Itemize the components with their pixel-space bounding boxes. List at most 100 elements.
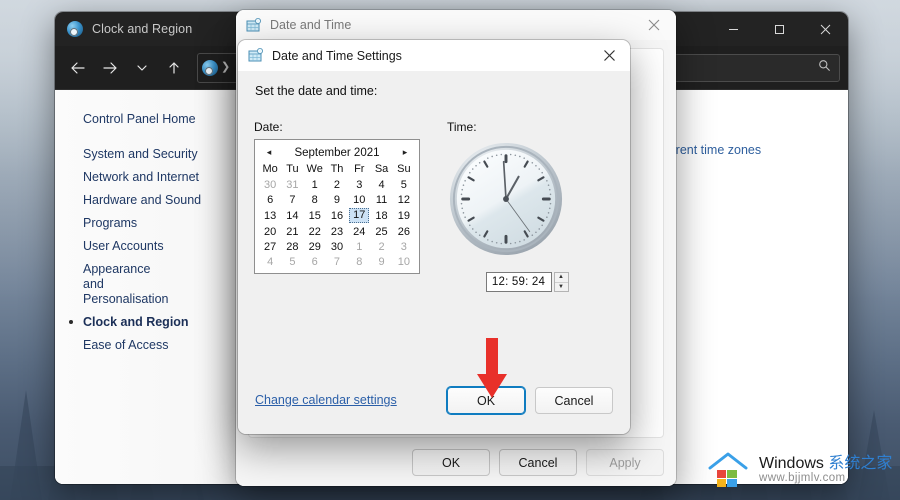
sidebar-item-ease-of-access[interactable]: Ease of Access (55, 334, 242, 357)
date-section: Date: ◂ September 2021 ▸ Mo Tu We Th Fr (254, 120, 420, 274)
calendar-day-cell[interactable]: 7 (281, 192, 303, 207)
calendar-day-cell[interactable]: 7 (326, 254, 348, 269)
calendar-day-cell[interactable]: 11 (370, 192, 392, 207)
calendar-day-cell[interactable]: 17 (348, 207, 370, 224)
calendar-day-cell[interactable]: 1 (304, 177, 326, 192)
maximize-button[interactable] (756, 12, 802, 46)
date-and-time-footer: OK Cancel Apply (412, 449, 664, 476)
cancel-button[interactable]: Cancel (499, 449, 577, 476)
sidebar-item-label: System and Security (83, 147, 198, 161)
weekday-mo: Mo (262, 163, 278, 175)
calendar-day-cell[interactable]: 2 (370, 239, 392, 254)
calendar-day-cell[interactable]: 25 (370, 224, 392, 239)
time-input[interactable]: 12: 59: 24 (485, 272, 552, 292)
calendar-day-cell[interactable]: 10 (393, 254, 415, 269)
change-calendar-settings-link[interactable]: Change calendar settings (255, 393, 397, 407)
calendar-day-cell[interactable]: 28 (281, 239, 303, 254)
calendar-week-row: 13 14 15 16 17 18 19 (259, 207, 415, 224)
settings-titlebar: Date and Time Settings (238, 40, 630, 71)
weekday-su: Su (397, 163, 411, 175)
search-input[interactable] (683, 60, 813, 75)
sidebar-item-programs[interactable]: Programs (55, 212, 242, 235)
calendar-day-cell[interactable]: 5 (393, 177, 415, 192)
calendar-day-cell[interactable]: 6 (304, 254, 326, 269)
sidebar-item-label: User Accounts (83, 239, 164, 253)
cancel-button[interactable]: Cancel (535, 387, 613, 414)
window-controls (710, 12, 848, 46)
close-icon[interactable] (588, 40, 630, 71)
ok-button[interactable]: OK (412, 449, 490, 476)
watermark-url: www.bjjmlv.com (759, 472, 846, 485)
date-and-time-title: Date and Time (270, 18, 352, 32)
calendar-day-cell[interactable]: 13 (259, 207, 281, 224)
settings-footer: OK Cancel (447, 387, 613, 414)
calendar-next-icon[interactable]: ▸ (398, 147, 412, 158)
calendar-day-cell[interactable]: 6 (259, 192, 281, 207)
sidebar-item-hardware-and-sound[interactable]: Hardware and Sound (55, 189, 242, 212)
search-box[interactable] (674, 53, 840, 82)
calendar[interactable]: ◂ September 2021 ▸ Mo Tu We Th Fr Sa Su (254, 139, 420, 274)
windows-home-logo-icon (708, 452, 748, 487)
watermark-brand-en: Windows (759, 454, 829, 472)
time-spin-buttons[interactable]: ▲ ▼ (553, 272, 569, 292)
calendar-day-cell[interactable]: 5 (281, 254, 303, 269)
date-time-icon (246, 17, 262, 33)
breadcrumb[interactable]: ❯ (197, 52, 241, 83)
sidebar-item-control-panel-home[interactable]: Control Panel Home (55, 108, 242, 131)
sidebar-item-network-and-internet[interactable]: Network and Internet (55, 166, 242, 189)
calendar-day-cell[interactable]: 3 (393, 239, 415, 254)
close-button[interactable] (802, 12, 848, 46)
calendar-day-cell[interactable]: 14 (281, 207, 303, 224)
calendar-day-cell[interactable]: 2 (326, 177, 348, 192)
calendar-day-cell[interactable]: 16 (326, 207, 348, 224)
calendar-day-cell[interactable]: 9 (326, 192, 348, 207)
calendar-day-cell[interactable]: 1 (348, 239, 370, 254)
calendar-day-cell[interactable]: 20 (259, 224, 281, 239)
calendar-day-cell[interactable]: 23 (326, 224, 348, 239)
calendar-grid: Mo Tu We Th Fr Sa Su 30 31 1 2 3 4 5 6 7 8 9 10 11 12… (259, 162, 415, 269)
spin-up-icon[interactable]: ▲ (554, 273, 568, 283)
close-icon[interactable] (632, 10, 676, 40)
calendar-day-cell[interactable]: 8 (304, 192, 326, 207)
calendar-day-cell[interactable]: 3 (348, 177, 370, 192)
control-panel-title: Clock and Region (92, 22, 193, 36)
calendar-month-year[interactable]: September 2021 (276, 147, 398, 159)
calendar-day-cell[interactable]: 15 (304, 207, 326, 224)
calendar-week-row: 4 5 6 7 8 9 10 (259, 254, 415, 269)
calendar-day-cell[interactable]: 4 (259, 254, 281, 269)
calendar-day-cell[interactable]: 8 (348, 254, 370, 269)
sidebar-item-appearance-and-personalisation[interactable]: Appearance and Personalisation (55, 258, 175, 311)
up-button[interactable] (159, 53, 189, 83)
forward-button[interactable] (95, 53, 125, 83)
calendar-day-cell[interactable]: 19 (393, 207, 415, 224)
calendar-day-cell[interactable]: 10 (348, 192, 370, 207)
calendar-day-cell[interactable]: 9 (370, 254, 392, 269)
time-stepper[interactable]: 12: 59: 24 ▲ ▼ (483, 272, 571, 292)
calendar-day-cell[interactable]: 24 (348, 224, 370, 239)
calendar-day-cell[interactable]: 18 (370, 207, 392, 224)
sidebar-item-label: Programs (83, 216, 138, 230)
recent-locations-button[interactable] (127, 53, 157, 83)
calendar-day-cell[interactable]: 29 (304, 239, 326, 254)
sidebar-item-label: Hardware and Sound (83, 193, 202, 207)
calendar-day-cell[interactable]: 27 (259, 239, 281, 254)
sidebar-item-user-accounts[interactable]: User Accounts (55, 235, 242, 258)
content-link-time-zones[interactable]: fferent time zones (662, 143, 761, 157)
calendar-day-cell[interactable]: 30 (259, 177, 281, 192)
calendar-day-cell[interactable]: 31 (281, 177, 303, 192)
back-button[interactable] (63, 53, 93, 83)
calendar-day-cell[interactable]: 4 (370, 177, 392, 192)
minimize-button[interactable] (710, 12, 756, 46)
calendar-day-cell[interactable]: 22 (304, 224, 326, 239)
sidebar-item-label: Clock and Region (83, 315, 189, 329)
weekday-th: Th (330, 163, 344, 175)
calendar-day-cell[interactable]: 26 (393, 224, 415, 239)
sidebar-item-system-and-security[interactable]: System and Security (55, 143, 242, 166)
calendar-prev-icon[interactable]: ◂ (262, 147, 276, 158)
calendar-day-cell[interactable]: 30 (326, 239, 348, 254)
sidebar-item-clock-and-region[interactable]: Clock and Region (55, 311, 242, 334)
search-icon (818, 59, 831, 77)
calendar-day-cell[interactable]: 12 (393, 192, 415, 207)
calendar-day-cell[interactable]: 21 (281, 224, 303, 239)
spin-down-icon[interactable]: ▼ (555, 283, 568, 292)
